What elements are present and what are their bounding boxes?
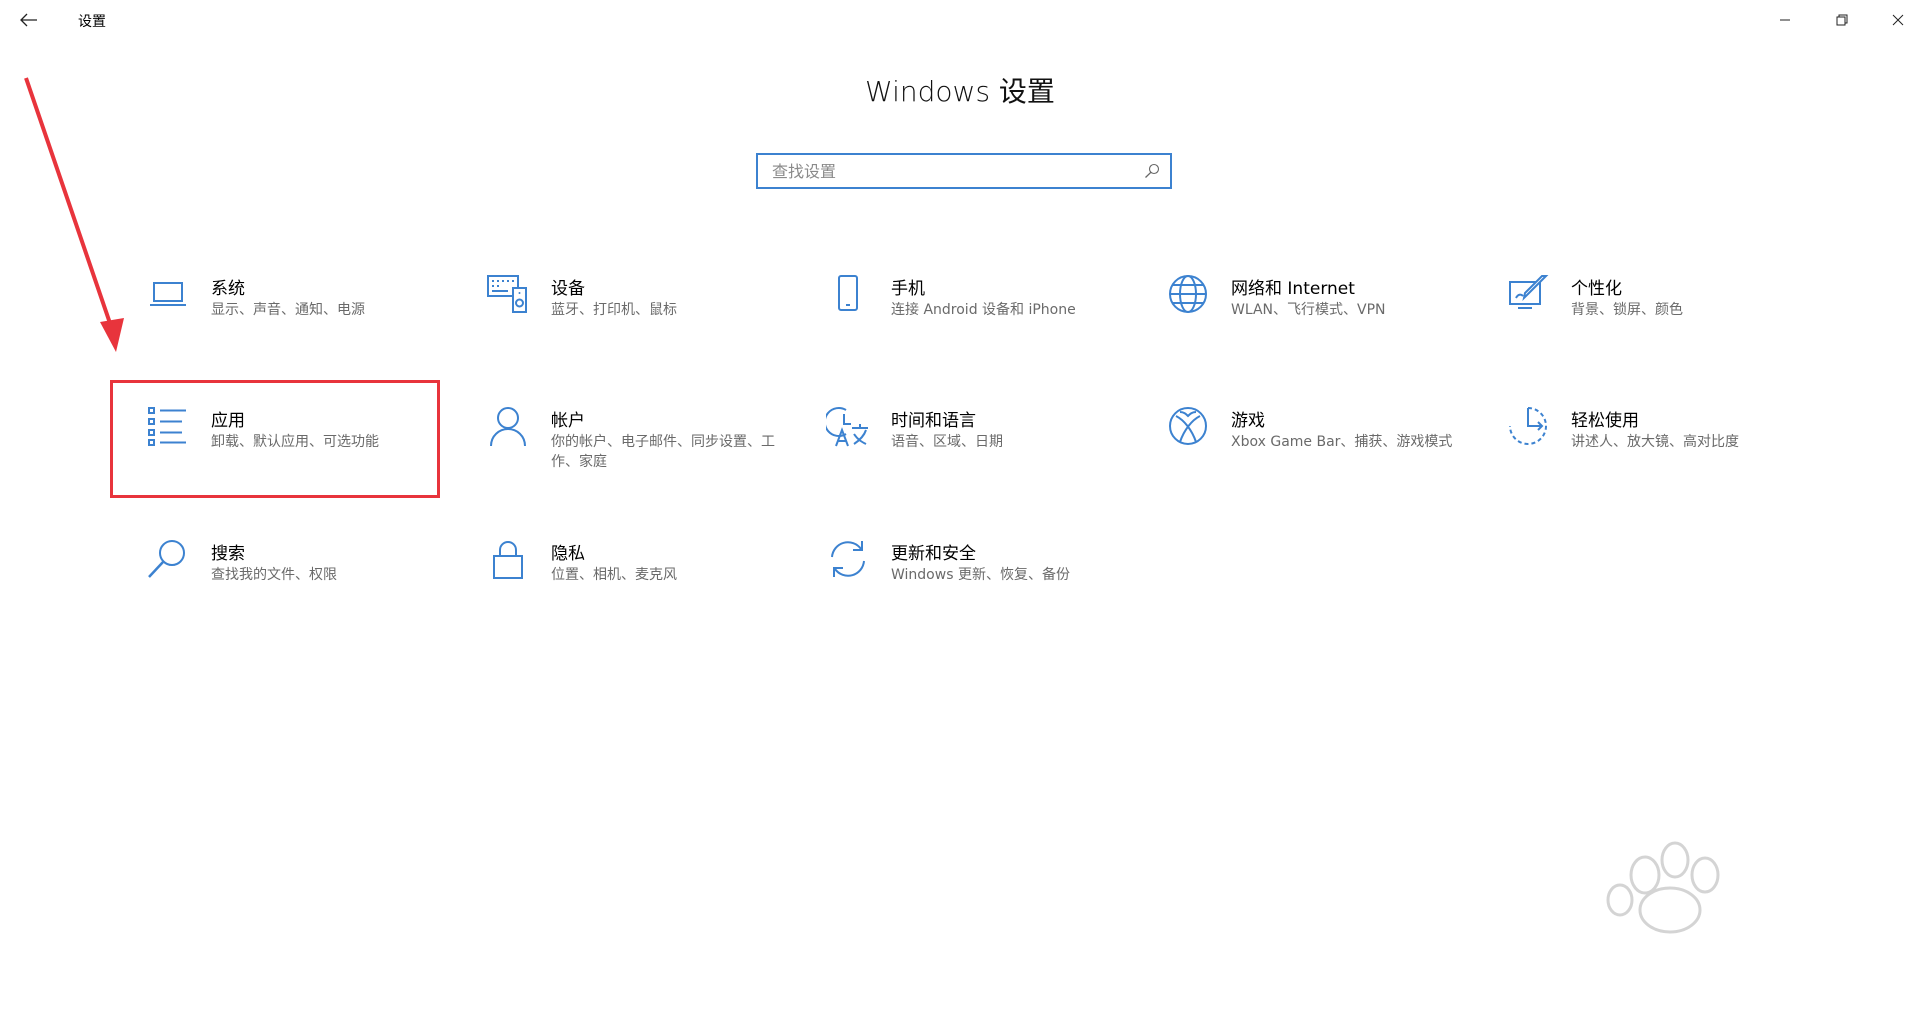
apps-list-icon bbox=[146, 404, 190, 448]
tile-title: 个性化 bbox=[1571, 279, 1622, 299]
tile-subtitle: 显示、声音、通知、电源 bbox=[211, 302, 365, 318]
tile-title: 设备 bbox=[551, 279, 585, 299]
annotation-arrow-icon bbox=[24, 77, 124, 352]
update-icon bbox=[826, 537, 870, 581]
search-box[interactable] bbox=[756, 153, 1172, 189]
tile-subtitle: 连接 Android 设备和 iPhone bbox=[891, 302, 1076, 318]
window-title: 设置 bbox=[78, 14, 106, 30]
tile-title: 网络和 Internet bbox=[1231, 279, 1355, 299]
personalization-icon bbox=[1506, 272, 1550, 316]
restore-button[interactable] bbox=[1822, 4, 1862, 36]
tile-accounts[interactable]: 帐户 你的帐户、电子邮件、同步设置、工作、家庭 bbox=[486, 404, 816, 514]
search-input[interactable] bbox=[758, 155, 1142, 187]
tile-title: 更新和安全 bbox=[891, 544, 976, 564]
tile-gaming[interactable]: 游戏 Xbox Game Bar、捕获、游戏模式 bbox=[1166, 404, 1496, 514]
tile-subtitle: 位置、相机、麦克风 bbox=[551, 567, 677, 583]
laptop-icon bbox=[146, 272, 190, 316]
title-bar: 设置 bbox=[0, 0, 1920, 40]
tile-title: 游戏 bbox=[1231, 411, 1265, 431]
tile-subtitle: 语音、区域、日期 bbox=[891, 434, 1003, 450]
search-icon[interactable] bbox=[1144, 163, 1160, 179]
ease-of-access-icon bbox=[1506, 404, 1550, 448]
minimize-icon bbox=[1780, 19, 1790, 21]
close-button[interactable] bbox=[1878, 4, 1918, 36]
search-magnifier-icon bbox=[146, 537, 190, 581]
tile-update-security[interactable]: 更新和安全 Windows 更新、恢复、备份 bbox=[826, 537, 1156, 647]
tile-title: 应用 bbox=[211, 411, 245, 431]
restore-icon bbox=[1836, 14, 1848, 26]
tile-title: 手机 bbox=[891, 279, 925, 299]
tile-devices[interactable]: 设备 蓝牙、打印机、鼠标 bbox=[486, 272, 816, 382]
tile-subtitle: 查找我的文件、权限 bbox=[211, 567, 337, 583]
tile-title: 隐私 bbox=[551, 544, 585, 564]
xbox-icon bbox=[1166, 404, 1210, 448]
devices-icon bbox=[486, 272, 530, 316]
tile-subtitle: Xbox Game Bar、捕获、游戏模式 bbox=[1231, 434, 1453, 450]
tile-privacy[interactable]: 隐私 位置、相机、麦克风 bbox=[486, 537, 816, 647]
tile-title: 搜索 bbox=[211, 544, 245, 564]
page-title: Windows 设置 bbox=[865, 75, 1055, 108]
person-icon bbox=[486, 404, 530, 448]
back-button[interactable] bbox=[14, 6, 44, 34]
tile-title: 帐户 bbox=[551, 411, 585, 431]
tile-system[interactable]: 系统 显示、声音、通知、电源 bbox=[146, 272, 476, 382]
watermark bbox=[1470, 820, 1850, 1000]
globe-icon bbox=[1166, 272, 1210, 316]
tile-personalization[interactable]: 个性化 背景、锁屏、颜色 bbox=[1506, 272, 1836, 382]
tile-title: 系统 bbox=[211, 279, 245, 299]
lock-icon bbox=[486, 537, 530, 581]
tile-title: 轻松使用 bbox=[1571, 411, 1639, 431]
tile-search[interactable]: 搜索 查找我的文件、权限 bbox=[146, 537, 476, 647]
baidu-paw-icon bbox=[1606, 841, 1720, 934]
tile-phone[interactable]: 手机 连接 Android 设备和 iPhone bbox=[826, 272, 1156, 382]
tile-ease-of-access[interactable]: 轻松使用 讲述人、放大镜、高对比度 bbox=[1506, 404, 1836, 514]
tile-subtitle: 卸载、默认应用、可选功能 bbox=[211, 434, 379, 450]
tile-title: 时间和语言 bbox=[891, 411, 976, 431]
tile-apps[interactable]: 应用 卸载、默认应用、可选功能 bbox=[146, 404, 476, 514]
tile-time-language[interactable]: 时间和语言 语音、区域、日期 bbox=[823, 404, 1156, 514]
tile-subtitle: 你的帐户、电子邮件、同步设置、工作、家庭 bbox=[551, 434, 775, 470]
close-icon bbox=[1892, 14, 1904, 26]
tile-network[interactable]: 网络和 Internet WLAN、飞行模式、VPN bbox=[1166, 272, 1496, 382]
tile-subtitle: 背景、锁屏、颜色 bbox=[1571, 302, 1683, 318]
tile-subtitle: WLAN、飞行模式、VPN bbox=[1231, 302, 1386, 318]
back-arrow-icon bbox=[20, 13, 37, 27]
phone-icon bbox=[826, 272, 870, 316]
tile-subtitle: 讲述人、放大镜、高对比度 bbox=[1571, 434, 1739, 450]
time-language-icon bbox=[823, 404, 870, 448]
minimize-button[interactable] bbox=[1765, 4, 1805, 36]
tile-subtitle: Windows 更新、恢复、备份 bbox=[891, 567, 1070, 583]
tile-subtitle: 蓝牙、打印机、鼠标 bbox=[551, 302, 677, 318]
